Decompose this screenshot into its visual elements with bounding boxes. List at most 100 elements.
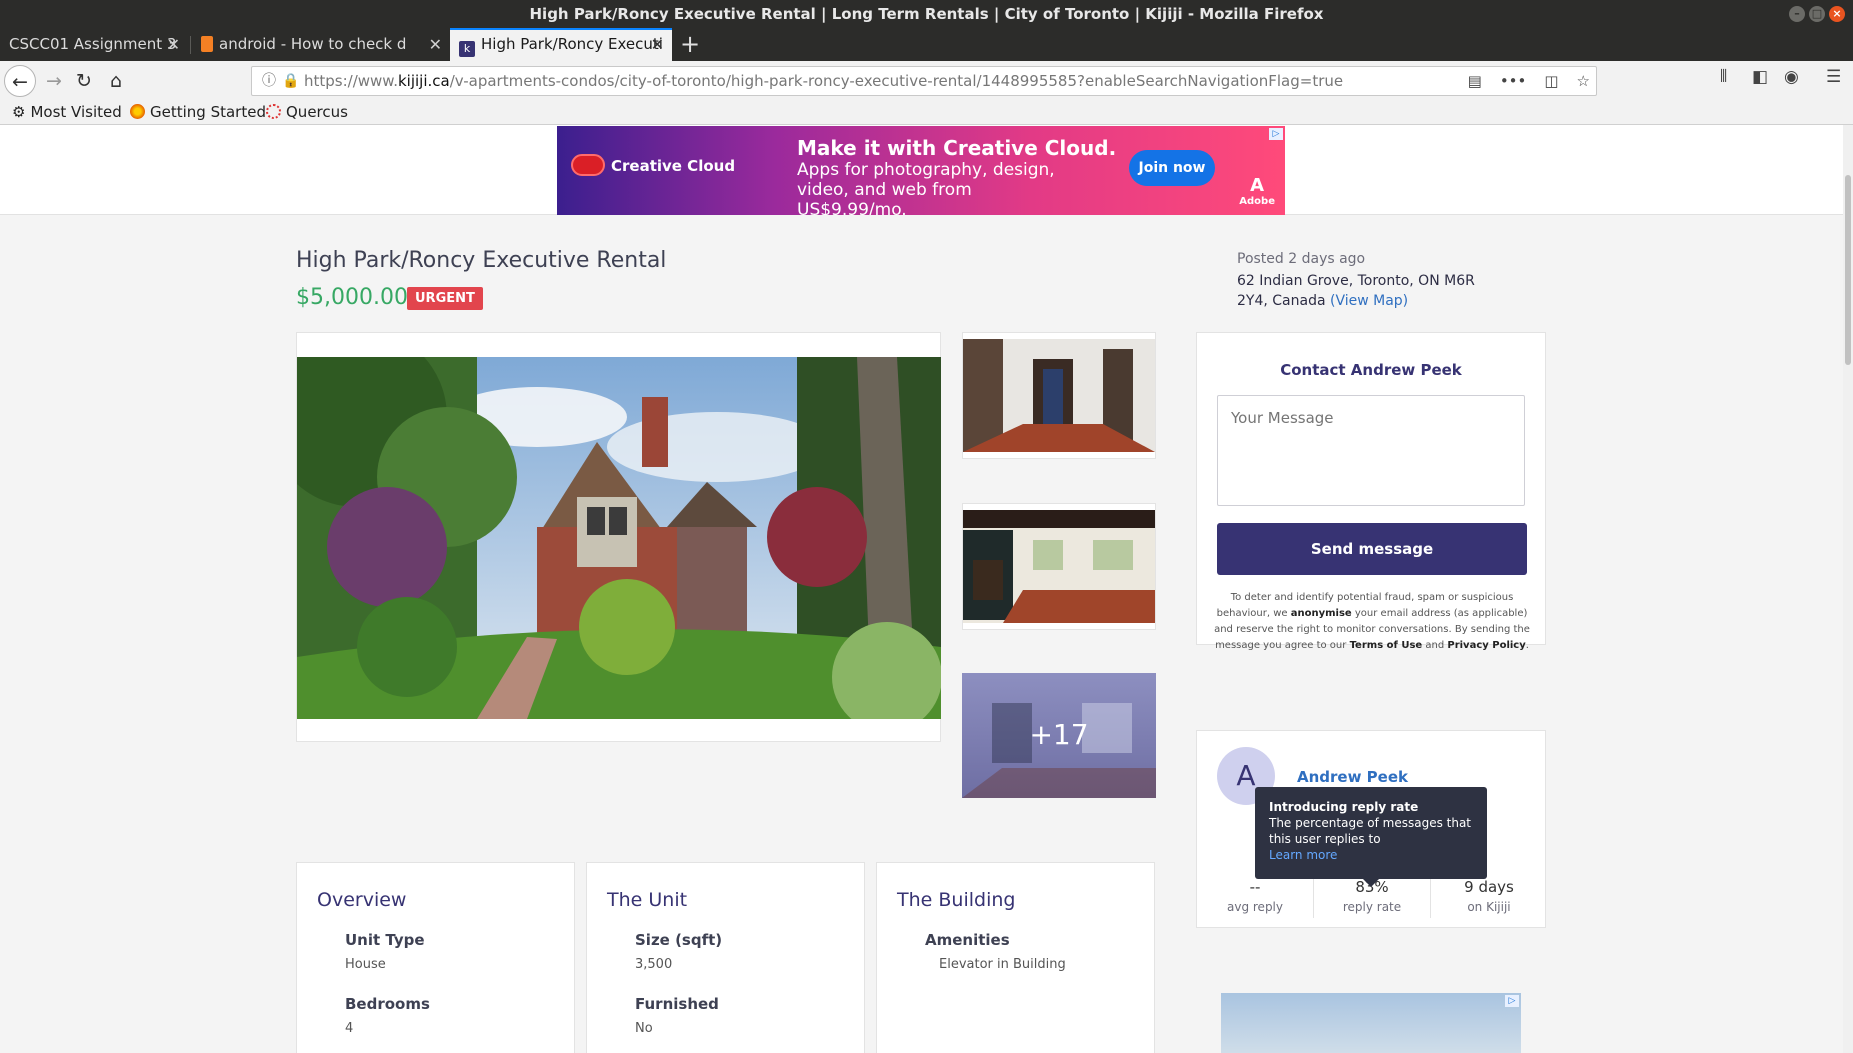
bookmark-star-icon[interactable]: ☆	[1577, 67, 1590, 95]
thumbnail-image	[963, 339, 1155, 452]
bookmark-label: Quercus	[286, 103, 348, 121]
close-icon[interactable]: ×	[1829, 6, 1845, 22]
reply-rate-tooltip: Introducing reply rate The percentage of…	[1255, 787, 1487, 887]
menu-icon[interactable]: ☰	[1826, 67, 1841, 87]
reload-button[interactable]: ↻	[68, 65, 100, 97]
scrollbar-thumb[interactable]	[1845, 175, 1851, 365]
size-value: 3,500	[635, 957, 673, 972]
thumbnail-2[interactable]	[962, 503, 1156, 630]
library-icon[interactable]: ⫴	[1720, 67, 1727, 87]
hallway-photo	[963, 339, 1155, 452]
creative-cloud-icon	[571, 154, 605, 176]
forward-button[interactable]: →	[38, 65, 70, 97]
scrollbar[interactable]	[1843, 125, 1853, 1053]
send-message-button[interactable]: Send message	[1217, 523, 1527, 575]
listing-title: High Park/Roncy Executive Rental	[296, 248, 667, 273]
living-room-photo	[963, 510, 1155, 623]
reader-view-icon[interactable]: ▤	[1468, 67, 1482, 95]
fraud-disclaimer: To deter and identify potential fraud, s…	[1213, 590, 1531, 654]
maximize-icon[interactable]: □	[1809, 6, 1825, 22]
unit-heading: The Unit	[607, 889, 688, 911]
stat-avg-reply: -- avg reply	[1197, 878, 1313, 914]
sidebar-icon[interactable]: ◧	[1752, 67, 1768, 87]
thumbnail-image	[963, 510, 1155, 623]
account-icon[interactable]: ◉	[1784, 67, 1799, 87]
disclaimer-anonymise: anonymise	[1290, 608, 1352, 619]
privacy-policy-link[interactable]: Privacy Policy	[1447, 640, 1525, 651]
bookmark-most-visited[interactable]: ⚙ Most Visited	[12, 103, 122, 121]
overview-card: Overview Unit Type House Bedrooms 4	[296, 862, 575, 1053]
tab-android[interactable]: android - How to check d ✕	[192, 28, 450, 61]
ad-choices-icon[interactable]: ▷	[1505, 995, 1519, 1007]
stat-value: 9 days	[1464, 878, 1514, 896]
unit-card: The Unit Size (sqft) 3,500 Furnished No	[586, 862, 865, 1053]
url-text[interactable]: https://www.kijiji.ca/v-apartments-condo…	[304, 67, 1343, 95]
terms-of-use-link[interactable]: Terms of Use	[1350, 640, 1423, 651]
tab-label: android - How to check d	[219, 35, 407, 53]
window-title: High Park/Roncy Executive Rental | Long …	[529, 5, 1324, 23]
amenities-value: Elevator in Building	[939, 957, 1066, 972]
navigation-bar: ← → ↻ ⌂ ⓘ 🔒 https://www.kijiji.ca/v-apar…	[0, 61, 1853, 101]
bedrooms-label: Bedrooms	[345, 995, 430, 1013]
sidebar-ad[interactable]: ▷	[1221, 993, 1521, 1053]
minimize-icon[interactable]: –	[1789, 6, 1805, 22]
building-card: The Building Amenities Elevator in Build…	[876, 862, 1155, 1053]
bedrooms-value: 4	[345, 1021, 354, 1036]
disclaimer-text: and	[1422, 640, 1448, 651]
seller-name-link[interactable]: Andrew Peek	[1297, 768, 1408, 786]
ad-banner[interactable]: Creative Cloud Make it with Creative Clo…	[557, 126, 1285, 215]
bookmark-quercus[interactable]: Quercus	[266, 103, 348, 121]
thumbnail-1[interactable]	[962, 332, 1156, 459]
urgent-badge: URGENT	[407, 287, 483, 310]
disclaimer-text: .	[1525, 640, 1529, 651]
tooltip-title: Introducing reply rate	[1269, 800, 1419, 814]
contact-title: Contact Andrew Peek	[1280, 361, 1462, 379]
stat-label: on Kijiji	[1467, 900, 1511, 914]
listing-price: $5,000.00	[296, 285, 408, 310]
posted-date: Posted 2 days ago	[1237, 251, 1366, 267]
info-icon[interactable]: ⓘ	[262, 67, 276, 95]
message-input[interactable]	[1217, 395, 1525, 506]
close-tab-icon[interactable]: ✕	[651, 30, 664, 59]
firefox-icon	[130, 104, 145, 119]
url-actions: ▤ ••• ◫ ☆	[1468, 67, 1590, 95]
bookmarks-toolbar: ⚙ Most Visited Getting Started Quercus	[0, 101, 1853, 125]
back-button[interactable]: ←	[4, 65, 36, 97]
address-bar[interactable]: ⓘ 🔒 https://www.kijiji.ca/v-apartments-c…	[251, 66, 1597, 96]
new-tab-button[interactable]: +	[680, 28, 700, 61]
ad-headline: Make it with Creative Cloud.	[797, 136, 1117, 160]
page-content: Creative Cloud Make it with Creative Clo…	[0, 125, 1853, 1053]
furnished-label: Furnished	[635, 995, 719, 1013]
building-heading: The Building	[897, 889, 1016, 911]
url-prefix: https://www.	[304, 72, 398, 90]
window-titlebar: High Park/Roncy Executive Rental | Long …	[0, 0, 1853, 28]
seller-card: A Andrew Peek -- avg reply 83% reply rat…	[1196, 730, 1546, 928]
stat-label: avg reply	[1227, 900, 1283, 914]
tab-bar: CSCC01 Assignment 3 ✕ android - How to c…	[0, 28, 1853, 61]
pocket-icon[interactable]: ◫	[1544, 67, 1558, 95]
adobe-label: Adobe	[1239, 196, 1275, 207]
bookmark-getting-started[interactable]: Getting Started	[130, 103, 266, 121]
url-path: /v-apartments-condos/city-of-toronto/hig…	[449, 72, 1344, 90]
ad-choices-icon[interactable]: ▷	[1269, 128, 1283, 140]
home-button[interactable]: ⌂	[100, 65, 132, 97]
ad-join-button[interactable]: Join now	[1129, 150, 1215, 186]
more-photos-button[interactable]: +17	[962, 673, 1156, 798]
contact-card: Contact Andrew Peek Send message To dete…	[1196, 332, 1546, 651]
learn-more-link[interactable]: Learn more	[1269, 847, 1473, 863]
main-photo[interactable]	[297, 357, 941, 719]
lock-icon[interactable]: 🔒	[282, 67, 299, 95]
tab-kijiji[interactable]: k High Park/Roncy Executi ✕	[450, 28, 672, 61]
view-map-link[interactable]: (View Map)	[1330, 293, 1408, 309]
url-domain: kijiji.ca	[397, 72, 450, 90]
tab-cscc01[interactable]: CSCC01 Assignment 3 ✕	[0, 28, 188, 61]
stat-on-kijiji: 9 days on Kijiji	[1431, 878, 1547, 914]
stackoverflow-icon	[201, 36, 213, 52]
page-actions-icon[interactable]: •••	[1500, 67, 1527, 95]
tab-label: High Park/Roncy Executi	[481, 35, 663, 53]
ad-brand-label: Creative Cloud	[611, 157, 736, 175]
gear-icon: ⚙	[12, 103, 26, 121]
close-tab-icon[interactable]: ✕	[429, 28, 442, 61]
overview-heading: Overview	[317, 889, 407, 911]
close-tab-icon[interactable]: ✕	[167, 28, 180, 61]
